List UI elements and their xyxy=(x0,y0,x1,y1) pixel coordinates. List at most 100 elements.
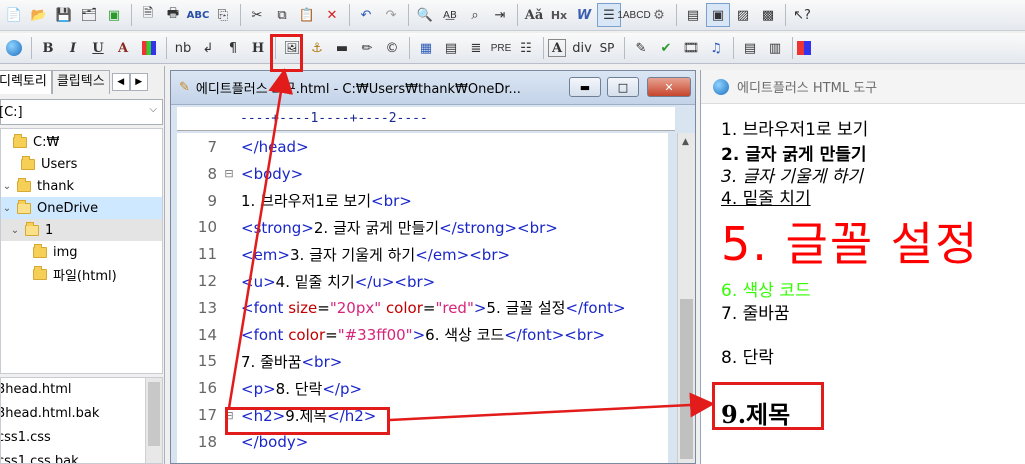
window-tile-icon[interactable]: ▤ xyxy=(681,3,705,27)
browser-icon[interactable]: ⎘ xyxy=(211,3,235,27)
help-pointer-icon[interactable]: ↖? xyxy=(790,3,814,27)
copy-icon[interactable]: ⧉ xyxy=(270,3,294,27)
tree-item-1[interactable]: ⌄ 1 xyxy=(1,219,162,241)
code-line[interactable]: 16 <p>8. 단락</p> xyxy=(177,375,668,401)
close-button[interactable]: ✕ xyxy=(647,77,691,97)
underline-button[interactable]: U xyxy=(86,36,110,60)
span-button[interactable]: SP xyxy=(595,36,619,60)
find-in-files-icon[interactable]: ⌕ xyxy=(463,3,487,27)
pre-button[interactable]: PRE xyxy=(489,36,513,60)
redo-icon[interactable]: ↷ xyxy=(379,3,403,27)
globe-icon[interactable] xyxy=(2,36,26,60)
text-box-icon[interactable]: A xyxy=(548,39,566,57)
bold-button[interactable]: B xyxy=(36,36,60,60)
replace-icon[interactable]: A͟B xyxy=(438,3,462,27)
copyright-icon[interactable]: © xyxy=(380,36,404,60)
align-icon[interactable]: ≣ xyxy=(464,36,488,60)
edit-pen-icon[interactable]: ✎ xyxy=(629,36,653,60)
code-line[interactable]: 12 <u>4. 밑줄 치기</u><br> xyxy=(177,268,668,294)
list-item[interactable]: 3head.html xyxy=(1,378,162,402)
folder-icon xyxy=(21,155,35,170)
hr-icon[interactable]: ▬ xyxy=(330,36,354,60)
form-icon[interactable]: ▤ xyxy=(738,36,762,60)
undo-icon[interactable]: ↶ xyxy=(354,3,378,27)
window-cascade-icon[interactable]: ▣ xyxy=(706,3,730,27)
code-line[interactable]: 9 1. 브라우저1로 보기<br> xyxy=(177,188,668,214)
code-line[interactable]: 11 <em>3. 글자 기울게 하기</em><br> xyxy=(177,241,668,267)
italic-button[interactable]: I xyxy=(61,36,85,60)
save-all-icon[interactable]: 🗂 xyxy=(77,3,101,27)
maximize-button[interactable]: □ xyxy=(607,77,639,97)
tab-cliptext[interactable]: 클립텍스 xyxy=(51,70,110,94)
heading-button-highlight xyxy=(270,34,303,72)
tree-item-html-files[interactable]: 파일(html) xyxy=(1,263,117,285)
table-icon[interactable]: ▦ xyxy=(414,36,438,60)
code-text: <font size="20px" color="red">5. 글꼴 설정</… xyxy=(241,299,626,318)
heading-button[interactable]: H xyxy=(246,36,270,60)
globe-icon xyxy=(713,78,729,95)
code-line[interactable]: 15 7. 줄바꿈<br> xyxy=(177,348,668,374)
delete-icon[interactable]: ✕ xyxy=(320,3,344,27)
editor-scrollbar[interactable]: ▲ xyxy=(677,133,695,463)
code-line[interactable]: 14 <font color="#33ff00">6. 색상 코드</font><… xyxy=(177,322,668,348)
font-size-icon[interactable]: Aǎ xyxy=(522,3,546,27)
list-box-icon[interactable]: ▤ xyxy=(439,36,463,60)
find-icon[interactable]: 🔍 xyxy=(413,3,437,27)
code-line[interactable]: 13 <font size="20px" color="red">5. 글꼴 설정… xyxy=(177,295,668,321)
list-item[interactable]: css1.css.bak xyxy=(1,450,162,463)
paste-icon[interactable]: 📋 xyxy=(295,3,319,27)
save-icon[interactable]: 💾 xyxy=(52,3,76,27)
tree-item-onedrive[interactable]: ⌄ OneDrive xyxy=(1,197,162,219)
hex-view-button[interactable]: Hx xyxy=(547,3,571,27)
cut-icon[interactable]: ✂ xyxy=(245,3,269,27)
paragraph-button[interactable]: ¶ xyxy=(221,36,245,60)
tab-right-arrow-icon[interactable]: ▶ xyxy=(129,73,148,91)
anchor-icon[interactable]: ⚓ xyxy=(305,36,329,60)
font-button[interactable]: A xyxy=(111,36,135,60)
music-icon[interactable]: ♫ xyxy=(704,36,728,60)
list-item[interactable]: css1.css xyxy=(1,426,162,450)
minimize-button[interactable]: ▬ xyxy=(569,77,601,97)
tree-item-c[interactable]: C:₩ xyxy=(1,131,59,153)
frame-icon[interactable]: ▥ xyxy=(763,36,787,60)
list-item[interactable]: 3head.html.bak xyxy=(1,402,162,426)
word-wrap-button[interactable]: W xyxy=(572,3,596,27)
tree-item-users[interactable]: Users xyxy=(1,153,77,175)
goto-line-icon[interactable]: ⇥ xyxy=(488,3,512,27)
code-line[interactable]: 8 ⊟ <body> xyxy=(177,161,668,187)
form-edit-icon[interactable]: ✏ xyxy=(355,36,379,60)
div-button[interactable]: div xyxy=(570,36,594,60)
browser-window-icon[interactable]: ▩ xyxy=(756,3,780,27)
film-icon[interactable]: 🎞 xyxy=(679,36,703,60)
new-file-icon[interactable]: 📄 xyxy=(2,3,26,27)
print-icon[interactable]: 🖶 xyxy=(161,3,185,27)
collapse-icon[interactable]: ⌄ xyxy=(1,203,13,214)
tree-item-img[interactable]: img xyxy=(1,241,78,263)
spell-check-icon[interactable]: ABC xyxy=(186,3,210,27)
code-line[interactable]: 10 <strong>2. 글자 굵게 만들기</strong><br> xyxy=(177,214,668,240)
list-icon[interactable]: ☷ xyxy=(514,36,538,60)
nobr-button[interactable]: nb xyxy=(171,36,195,60)
fold-icon[interactable]: ⊟ xyxy=(217,167,241,180)
tree-item-thank[interactable]: ⌄ thank xyxy=(1,175,74,197)
code-text: <body> xyxy=(241,164,304,183)
settings-gear-icon[interactable]: ⚙ xyxy=(647,3,671,27)
output-window-icon[interactable]: ▨ xyxy=(731,3,755,27)
color-picker-icon[interactable] xyxy=(142,41,156,55)
file-list: 3head.html 3head.html.bak css1.css css1.… xyxy=(0,377,163,464)
save-green-icon[interactable]: ▣ xyxy=(102,3,126,27)
ruler-button[interactable]: 1ABCD xyxy=(617,3,650,27)
tab-left-arrow-icon[interactable]: ◀ xyxy=(111,73,130,91)
br-button[interactable]: ↲ xyxy=(196,36,220,60)
tab-directory[interactable]: 디렉토리 xyxy=(0,70,52,94)
plugin-icon[interactable] xyxy=(797,41,811,55)
collapse-icon[interactable]: ⌄ xyxy=(9,225,21,236)
collapse-icon[interactable]: ⌄ xyxy=(1,181,13,192)
open-folder-icon[interactable]: 📂 xyxy=(27,3,51,27)
scroll-up-icon[interactable]: ▲ xyxy=(682,137,689,147)
file-list-scrollbar[interactable] xyxy=(145,378,162,463)
drive-select[interactable]: [C:] ⌵ xyxy=(0,99,163,125)
code-line[interactable]: 7 </head> xyxy=(177,134,668,160)
check-pen-icon[interactable]: ✔ xyxy=(654,36,678,60)
print-preview-icon[interactable]: 🗎 xyxy=(136,3,160,27)
